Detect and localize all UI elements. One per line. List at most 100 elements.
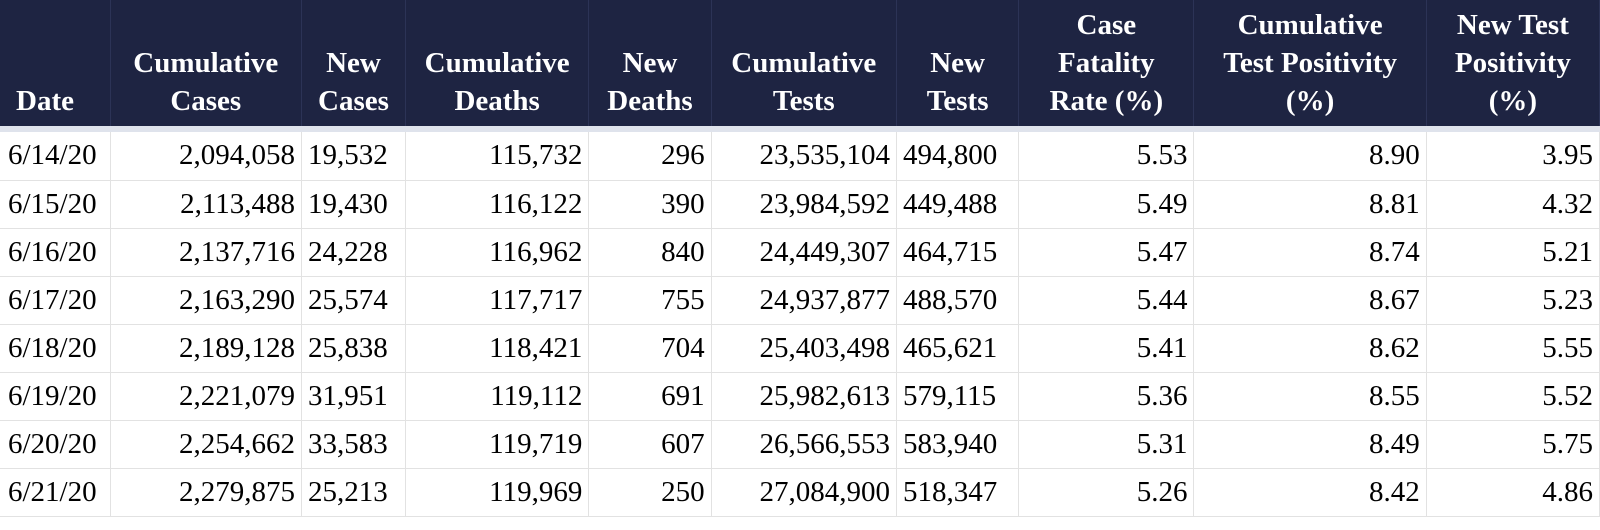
cell-cumulative-test-positivity: 8.74 [1193, 228, 1427, 277]
cell-cumulative-deaths: 118,421 [405, 324, 590, 373]
cell-cumulative-cases: 2,094,058 [110, 132, 303, 181]
cell-cumulative-deaths: 119,112 [405, 372, 590, 421]
cell-cumulative-tests: 25,982,613 [711, 372, 897, 421]
cell-date: 6/14/20 [0, 132, 111, 181]
cell-cumulative-cases: 2,113,488 [110, 180, 303, 229]
cell-date: 6/15/20 [0, 180, 111, 229]
header-new-test-positivity[interactable]: New Test Positivity (%) [1426, 0, 1600, 126]
header-new-tests[interactable]: New Tests [896, 0, 1020, 126]
cell-new-tests: 464,715 [896, 228, 1020, 277]
cell-cumulative-deaths: 117,717 [405, 276, 590, 325]
cell-new-cases: 31,951 [301, 372, 406, 421]
cell-cumulative-cases: 2,189,128 [110, 324, 303, 373]
cell-case-fatality-rate: 5.53 [1018, 132, 1195, 181]
cell-cumulative-tests: 25,403,498 [711, 324, 897, 373]
cell-cumulative-cases: 2,137,716 [110, 228, 303, 277]
cell-cumulative-tests: 24,449,307 [711, 228, 897, 277]
table-body: 6/14/20 2,094,058 19,532 115,732 296 23,535,1… [0, 132, 1600, 517]
cell-cumulative-tests: 24,937,877 [711, 276, 897, 325]
header-cumulative-deaths[interactable]: Cumulative Deaths [405, 0, 590, 126]
cell-new-test-positivity: 3.95 [1426, 132, 1600, 181]
table-row[interactable]: 6/15/20 2,113,488 19,430 116,122 390 23,984,5… [0, 180, 1600, 229]
cell-cumulative-test-positivity: 8.67 [1193, 276, 1427, 325]
header-cumulative-tests[interactable]: Cumulative Tests [711, 0, 897, 126]
cell-new-deaths: 250 [588, 468, 712, 517]
cell-new-test-positivity: 5.52 [1426, 372, 1600, 421]
cell-new-cases: 25,574 [301, 276, 406, 325]
cell-new-test-positivity: 5.75 [1426, 420, 1600, 469]
cell-cumulative-test-positivity: 8.49 [1193, 420, 1427, 469]
cell-cumulative-tests: 26,566,553 [711, 420, 897, 469]
cell-cumulative-deaths: 119,969 [405, 468, 590, 517]
cell-date: 6/17/20 [0, 276, 111, 325]
cell-cumulative-cases: 2,163,290 [110, 276, 303, 325]
cell-cumulative-deaths: 115,732 [405, 132, 590, 181]
cell-date: 6/20/20 [0, 420, 111, 469]
cell-case-fatality-rate: 5.41 [1018, 324, 1195, 373]
cell-new-deaths: 704 [588, 324, 712, 373]
cell-date: 6/18/20 [0, 324, 111, 373]
cell-new-tests: 488,570 [896, 276, 1020, 325]
cell-cumulative-deaths: 116,122 [405, 180, 590, 229]
cell-case-fatality-rate: 5.26 [1018, 468, 1195, 517]
cell-new-test-positivity: 4.32 [1426, 180, 1600, 229]
cell-new-cases: 19,430 [301, 180, 406, 229]
cell-new-deaths: 607 [588, 420, 712, 469]
cell-new-tests: 579,115 [896, 372, 1020, 421]
covid-stats-table: Date Cumulative Cases New Cases Cumulati… [0, 0, 1600, 517]
cell-case-fatality-rate: 5.36 [1018, 372, 1195, 421]
cell-cumulative-tests: 27,084,900 [711, 468, 897, 517]
cell-cumulative-cases: 2,221,079 [110, 372, 303, 421]
cell-new-deaths: 390 [588, 180, 712, 229]
cell-cumulative-tests: 23,984,592 [711, 180, 897, 229]
cell-cumulative-cases: 2,254,662 [110, 420, 303, 469]
header-case-fatality-rate[interactable]: Case Fatality Rate (%) [1018, 0, 1195, 126]
header-cumulative-cases[interactable]: Cumulative Cases [110, 0, 303, 126]
cell-new-cases: 19,532 [301, 132, 406, 181]
header-row: Date Cumulative Cases New Cases Cumulati… [0, 0, 1600, 126]
table-row[interactable]: 6/14/20 2,094,058 19,532 115,732 296 23,535,1… [0, 132, 1600, 181]
cell-new-cases: 25,213 [301, 468, 406, 517]
cell-case-fatality-rate: 5.47 [1018, 228, 1195, 277]
cell-cumulative-test-positivity: 8.81 [1193, 180, 1427, 229]
table-row[interactable]: 6/17/20 2,163,290 25,574 117,717 755 24,937,8… [0, 276, 1600, 325]
cell-date: 6/16/20 [0, 228, 111, 277]
table-row[interactable]: 6/19/20 2,221,079 31,951 119,112 691 25,982,6… [0, 372, 1600, 421]
header-date[interactable]: Date [0, 0, 111, 126]
cell-new-test-positivity: 5.21 [1426, 228, 1600, 277]
cell-new-test-positivity: 4.86 [1426, 468, 1600, 517]
cell-new-deaths: 296 [588, 132, 712, 181]
table-row[interactable]: 6/20/20 2,254,662 33,583 119,719 607 26,566,5… [0, 420, 1600, 469]
cell-new-test-positivity: 5.23 [1426, 276, 1600, 325]
header-cumulative-test-positivity[interactable]: Cumulative Test Positivity (%) [1193, 0, 1427, 126]
cell-case-fatality-rate: 5.44 [1018, 276, 1195, 325]
cell-date: 6/21/20 [0, 468, 111, 517]
cell-cumulative-deaths: 116,962 [405, 228, 590, 277]
cell-cumulative-test-positivity: 8.90 [1193, 132, 1427, 181]
cell-date: 6/19/20 [0, 372, 111, 421]
cell-new-tests: 449,488 [896, 180, 1020, 229]
cell-cumulative-test-positivity: 8.62 [1193, 324, 1427, 373]
cell-new-cases: 33,583 [301, 420, 406, 469]
cell-new-deaths: 691 [588, 372, 712, 421]
cell-case-fatality-rate: 5.49 [1018, 180, 1195, 229]
header-new-deaths[interactable]: New Deaths [588, 0, 712, 126]
cell-new-tests: 583,940 [896, 420, 1020, 469]
header-new-cases[interactable]: New Cases [301, 0, 406, 126]
cell-case-fatality-rate: 5.31 [1018, 420, 1195, 469]
table-row[interactable]: 6/21/20 2,279,875 25,213 119,969 250 27,084,9… [0, 468, 1600, 517]
cell-new-test-positivity: 5.55 [1426, 324, 1600, 373]
cell-cumulative-cases: 2,279,875 [110, 468, 303, 517]
cell-new-tests: 494,800 [896, 132, 1020, 181]
cell-cumulative-deaths: 119,719 [405, 420, 590, 469]
table-row[interactable]: 6/16/20 2,137,716 24,228 116,962 840 24,449,3… [0, 228, 1600, 277]
cell-new-cases: 24,228 [301, 228, 406, 277]
cell-new-cases: 25,838 [301, 324, 406, 373]
cell-new-tests: 518,347 [896, 468, 1020, 517]
cell-cumulative-test-positivity: 8.42 [1193, 468, 1427, 517]
table-row[interactable]: 6/18/20 2,189,128 25,838 118,421 704 25,403,4… [0, 324, 1600, 373]
cell-new-deaths: 840 [588, 228, 712, 277]
cell-cumulative-test-positivity: 8.55 [1193, 372, 1427, 421]
cell-new-tests: 465,621 [896, 324, 1020, 373]
cell-new-deaths: 755 [588, 276, 712, 325]
